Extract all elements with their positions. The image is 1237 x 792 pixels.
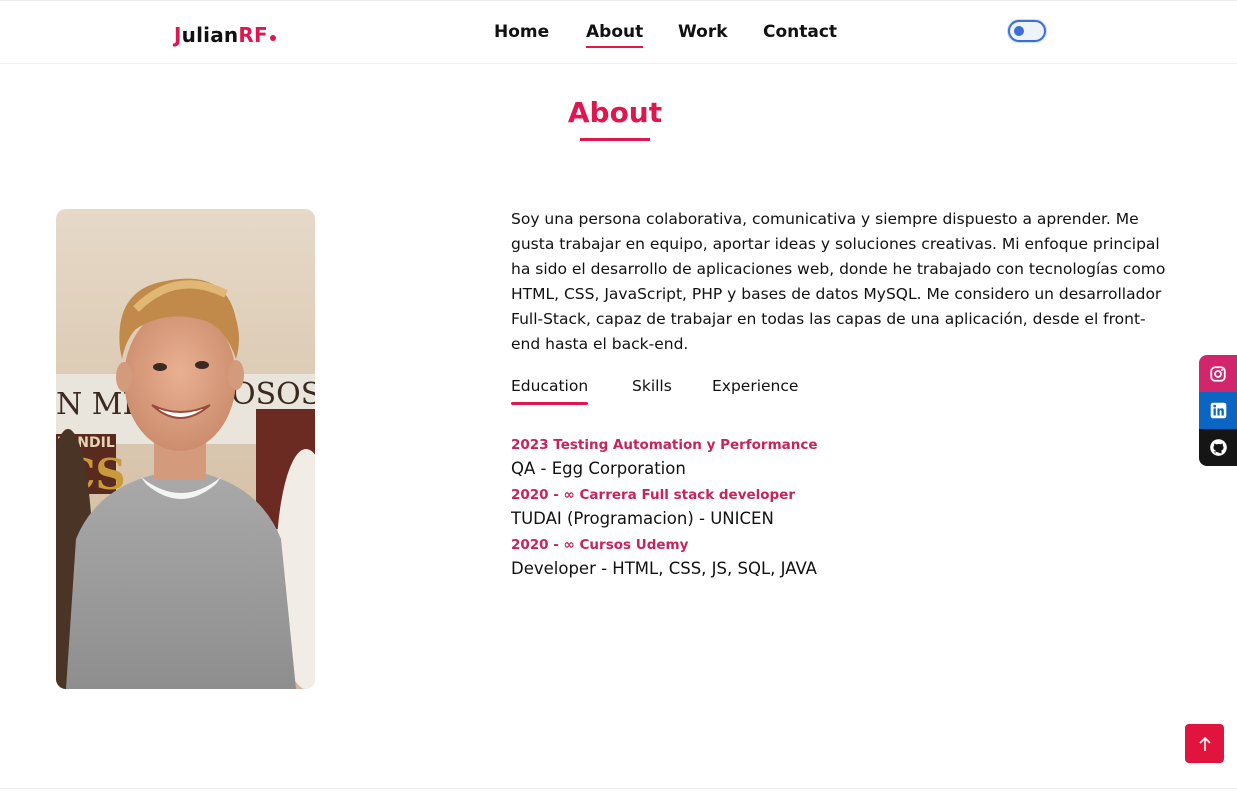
footer-divider <box>0 788 1237 789</box>
svg-text:OSOS: OSOS <box>231 377 315 412</box>
social-sidebar <box>1199 355 1237 466</box>
section-title: About <box>567 96 663 129</box>
education-description: Developer - HTML, CSS, JS, SQL, JAVA <box>511 559 817 578</box>
instagram-icon <box>1210 365 1226 382</box>
nav-home[interactable]: Home <box>494 22 549 42</box>
education-description: QA - Egg Corporation <box>511 459 686 478</box>
main-nav: Home About Work Contact <box>0 22 1237 48</box>
education-list: 2023 Testing Automation y Performance QA… <box>511 436 1011 586</box>
instagram-link[interactable] <box>1199 355 1237 392</box>
education-description: TUDAI (Programacion) - UNICEN <box>511 509 774 528</box>
site-header: JulianRF Home About Work Contact <box>0 0 1237 64</box>
linkedin-link[interactable] <box>1199 392 1237 429</box>
about-description: Soy una persona colaborativa, comunicati… <box>511 210 1166 353</box>
scroll-to-top-button[interactable] <box>1185 724 1224 763</box>
education-date: 2020 - ∞ Carrera Full stack developer <box>511 487 796 503</box>
nav-contact[interactable]: Contact <box>763 22 837 42</box>
nav-about[interactable]: About <box>586 22 644 48</box>
tab-education[interactable]: Education <box>511 377 589 405</box>
education-date: 2023 Testing Automation y Performance <box>511 437 818 453</box>
theme-toggle[interactable] <box>1008 20 1046 42</box>
list-item: 2020 - ∞ Carrera Full stack developer TU… <box>511 486 1011 532</box>
education-date: 2020 - ∞ Cursos Udemy <box>511 537 689 553</box>
linkedin-icon <box>1210 402 1226 419</box>
nav-work[interactable]: Work <box>678 22 728 42</box>
title-underline <box>580 138 650 141</box>
tab-skills[interactable]: Skills <box>632 377 672 395</box>
arrow-up-icon <box>1198 736 1211 751</box>
github-link[interactable] <box>1199 429 1237 466</box>
profile-photo: N MI OSOS TANDIL CS <box>56 209 315 689</box>
toggle-knob <box>1014 26 1024 36</box>
github-icon <box>1209 439 1227 456</box>
tab-experience[interactable]: Experience <box>712 377 798 395</box>
list-item: 2023 Testing Automation y Performance QA… <box>511 436 1011 482</box>
svg-text:N MI: N MI <box>56 387 134 422</box>
list-item: 2020 - ∞ Cursos Udemy Developer - HTML, … <box>511 536 1011 582</box>
